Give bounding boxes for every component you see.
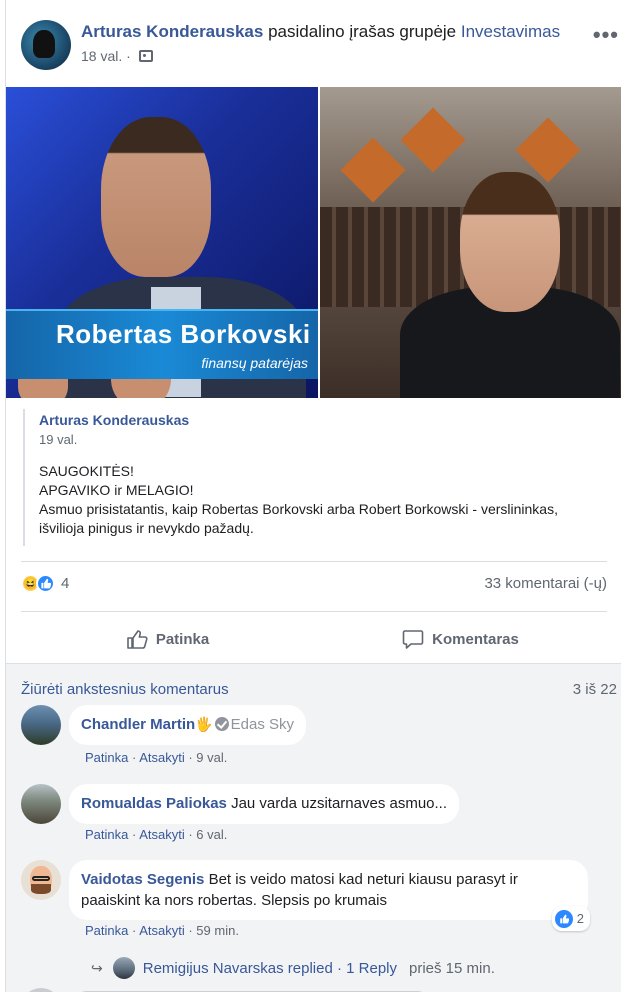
comment-meta: Patinka · Atsakyti · 9 val. xyxy=(85,750,228,765)
photo-portrait[interactable] xyxy=(320,87,621,398)
author-avatar[interactable] xyxy=(21,20,71,70)
post-header: Arturas Konderauskas pasidalino įrašas g… xyxy=(21,20,560,70)
commenter-name[interactable]: Vaidotas Segenis xyxy=(81,871,204,888)
comment-bubble: Chandler Martin🖐 Edas Sky xyxy=(69,705,306,745)
comment-item: Chandler Martin🖐 Edas Sky xyxy=(21,705,306,745)
share-action-text: pasidalino įrašas grupėje xyxy=(268,22,457,41)
photo-tv-interview[interactable]: Robertas Borkovski finansų patarėjas xyxy=(6,87,318,398)
shared-line: Asmuo prisistatantis, kaip Robertas Bork… xyxy=(39,501,558,517)
comment-reaction-pill[interactable]: 2 xyxy=(551,906,590,931)
commenter-name[interactable]: Chandler Martin xyxy=(81,716,195,733)
comment-bubble: Vaidotas Segenis Bet is veido matosi kad… xyxy=(69,860,590,931)
comment-count-link[interactable]: 33 komentarai (-ų) xyxy=(484,575,607,592)
reply-time: prieš 15 min. xyxy=(409,959,495,977)
comment-time[interactable]: 6 val. xyxy=(196,827,227,842)
shared-post-body: SAUGOKITĖS! APGAVIKO ir MELAGIO! Asmuo p… xyxy=(39,462,603,538)
lower-third-name: Robertas Borkovski xyxy=(56,319,311,349)
feed-post: Arturas Konderauskas pasidalino įrašas g… xyxy=(5,0,621,992)
like-button[interactable]: Patinka xyxy=(21,622,314,656)
comment-text: paaiskint ka nors robertas. Slepsis po k… xyxy=(81,892,387,909)
post-photos: Robertas Borkovski finansų patarėjas xyxy=(6,87,621,398)
comment-badge-text: Edas Sky xyxy=(230,716,294,733)
commenter-avatar[interactable] xyxy=(21,784,61,824)
comment-time[interactable]: 59 min. xyxy=(196,923,239,938)
group-link[interactable]: Investavimas xyxy=(461,22,560,41)
thumbs-up-icon xyxy=(127,630,148,649)
lower-third-title: finansų patarėjas xyxy=(201,355,308,371)
wave-hand-icon: 🖐 xyxy=(195,716,213,732)
comment-button-label: Komentaras xyxy=(432,630,519,648)
comment-bubble: Romualdas Paliokas Jau varda uzsitarnave… xyxy=(69,784,460,824)
comments-page-count: 3 iš 22 xyxy=(572,681,617,698)
like-icon[interactable] xyxy=(36,574,55,593)
shared-line: APGAVIKO ir MELAGIO! xyxy=(39,482,194,498)
commenter-avatar[interactable] xyxy=(21,705,61,745)
comment-bubble-icon xyxy=(402,630,424,649)
like-icon xyxy=(554,909,573,928)
comment-like-link[interactable]: Patinka xyxy=(85,827,128,842)
reply-author-avatar xyxy=(112,957,135,979)
comment-item: Vaidotas Segenis Bet is veido matosi kad… xyxy=(21,860,590,931)
comments-section: Žiūrėti ankstesnius komentarus 3 iš 22 C… xyxy=(6,663,621,992)
comment-like-link[interactable]: Patinka xyxy=(85,923,128,938)
divider xyxy=(21,611,607,612)
post-actions: Patinka Komentaras xyxy=(21,622,607,656)
reactions-summary: 😆 4 33 komentarai (-ų) xyxy=(21,574,607,593)
shared-post-time[interactable]: 19 val. xyxy=(39,432,603,447)
view-replies-link[interactable]: Remigijus Navarskas replied · 1 Reply xyxy=(143,960,397,977)
shared-line: SAUGOKITĖS! xyxy=(39,463,134,479)
comment-item: Romualdas Paliokas Jau varda uzsitarnave… xyxy=(21,784,460,824)
commenter-name[interactable]: Romualdas Paliokas xyxy=(81,795,227,812)
view-previous-row: Žiūrėti ankstesnius komentarus 3 iš 22 xyxy=(21,681,617,698)
reaction-count[interactable]: 4 xyxy=(61,575,69,592)
verified-badge-icon xyxy=(214,717,229,731)
more-dots-icon[interactable]: ••• xyxy=(593,22,619,48)
comment-reply-link[interactable]: Atsakyti xyxy=(139,923,185,938)
reply-arrow-icon: ↪ xyxy=(91,959,103,976)
comment-time[interactable]: 9 val. xyxy=(196,750,227,765)
tv-lower-third: Robertas Borkovski finansų patarėjas xyxy=(6,309,318,379)
shared-line: išvilioja pinigus ir nevykdo pažadų. xyxy=(39,520,254,536)
post-time[interactable]: 18 val. xyxy=(81,48,122,64)
author-link[interactable]: Arturas Konderauskas xyxy=(81,22,263,41)
divider xyxy=(21,561,607,562)
comment-reaction-count: 2 xyxy=(576,911,584,926)
commenter-avatar[interactable] xyxy=(21,860,61,900)
shared-author-link[interactable]: Arturas Konderauskas xyxy=(39,412,603,428)
like-button-label: Patinka xyxy=(155,630,210,648)
post-header-line: Arturas Konderauskas pasidalino įrašas g… xyxy=(81,22,560,42)
comment-reply-link[interactable]: Atsakyti xyxy=(139,827,185,842)
group-audience-icon[interactable] xyxy=(138,50,153,62)
view-replies-row[interactable]: ↪ Remigijus Navarskas replied · 1 Reply … xyxy=(91,957,495,979)
current-user-avatar xyxy=(21,988,61,992)
shared-post: Arturas Konderauskas 19 val. SAUGOKITĖS!… xyxy=(23,409,603,546)
comment-text: Jau varda uzsitarnaves asmuo... xyxy=(231,795,448,812)
comment-reply-link[interactable]: Atsakyti xyxy=(139,750,185,765)
comment-meta: Patinka · Atsakyti · 6 val. xyxy=(85,827,228,842)
comment-text: Bet is veido matosi kad neturi kiausu pa… xyxy=(208,871,518,888)
comment-like-link[interactable]: Patinka xyxy=(85,750,128,765)
view-previous-comments-link[interactable]: Žiūrėti ankstesnius komentarus xyxy=(21,681,229,698)
comment-meta: Patinka · Atsakyti · 59 min. xyxy=(85,923,239,938)
comment-button[interactable]: Komentaras xyxy=(314,622,607,656)
